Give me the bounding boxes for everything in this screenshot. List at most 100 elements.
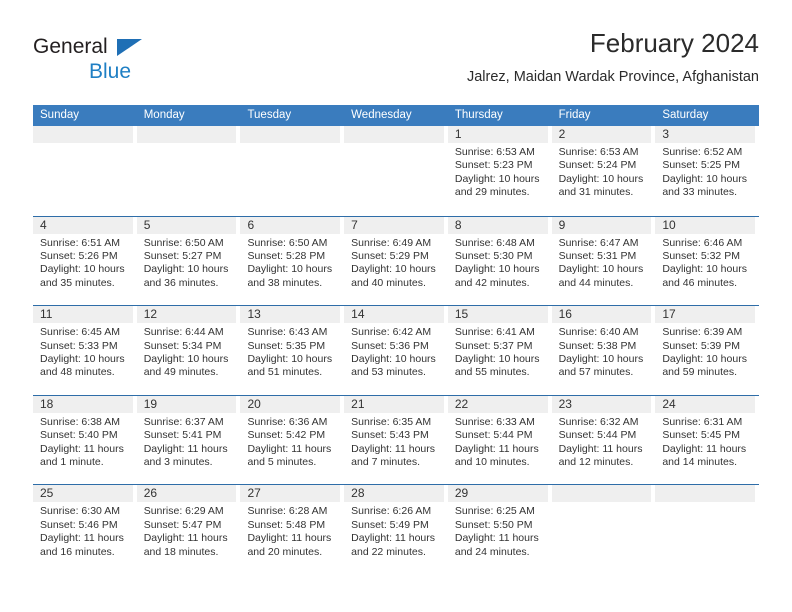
day-number: 22 bbox=[454, 396, 469, 411]
calendar-day-28[interactable]: 28 Sunrise: 6:26 AM Sunset: 5:49 PM Dayligh… bbox=[344, 485, 448, 574]
daylight-text: Daylight: 10 hours and 51 minutes. bbox=[247, 353, 333, 379]
sunset-text: Sunset: 5:27 PM bbox=[143, 250, 222, 262]
calendar-day-14[interactable]: 14 Sunrise: 6:42 AM Sunset: 5:36 PM Dayligh… bbox=[344, 306, 448, 395]
sunset-text: Sunset: 5:43 PM bbox=[351, 429, 429, 442]
calendar-day-2[interactable]: 2 Sunrise: 6:53 AM Sunset: 5:24 PM Daylight… bbox=[551, 126, 656, 216]
weekday-header-thursday: Thursday bbox=[454, 109, 503, 121]
calendar-day-19[interactable]: 19 Sunrise: 6:37 AM Sunset: 5:41 PM Dayligh… bbox=[136, 395, 241, 485]
calendar-day-7[interactable]: 7 Sunrise: 6:49 AM Sunset: 5:29 PM Daylight… bbox=[344, 216, 448, 306]
sunset-text: Sunset: 5:25 PM bbox=[662, 159, 740, 172]
calendar-day-9[interactable]: 9 Sunrise: 6:47 AM Sunset: 5:31 PM Daylight… bbox=[551, 216, 656, 306]
calendar-day-27[interactable]: 27 Sunrise: 6:28 AM Sunset: 5:48 PM Dayligh… bbox=[240, 485, 344, 574]
calendar-day-23[interactable]: 23 Sunrise: 6:32 AM Sunset: 5:44 PM Dayligh… bbox=[551, 395, 656, 485]
calendar-day-26[interactable]: 26 Sunrise: 6:29 AM Sunset: 5:47 PM Dayligh… bbox=[136, 485, 241, 574]
calendar-grid: Sunday Monday Tuesday Wednesday Thursday Frid… bbox=[33, 105, 759, 574]
day-sun-info: Sunrise: 6:32 AM Sunset: 5:44 PM Daylight:… bbox=[552, 413, 654, 470]
day-number-band: 23 bbox=[551, 395, 652, 413]
sunrise-text: Sunrise: 6:41 AM bbox=[454, 326, 535, 339]
daylight-text: Daylight: 10 hours and 31 minutes. bbox=[558, 172, 644, 199]
page-subtitle: Jalrez, Maidan Wardak Province, Afghanis… bbox=[466, 69, 759, 85]
calendar-day-25[interactable]: 25 Sunrise: 6:30 AM Sunset: 5:46 PM Dayligh… bbox=[33, 485, 137, 574]
calendar-day-8[interactable]: 8 Sunrise: 6:48 AM Sunset: 5:30 PM Daylight… bbox=[447, 216, 552, 306]
calendar-day-3[interactable]: 3 Sunrise: 6:52 AM Sunset: 5:25 PM Daylight… bbox=[655, 126, 759, 216]
daylight-text: Daylight: 10 hours and 57 minutes. bbox=[558, 353, 644, 379]
day-number-band: 28 bbox=[344, 485, 444, 503]
day-number-band bbox=[240, 126, 341, 143]
general-blue-logo[interactable]: General Blue bbox=[33, 36, 233, 88]
daylight-text: Daylight: 10 hours and 44 minutes. bbox=[558, 263, 644, 289]
calendar-day-24[interactable]: 24 Sunrise: 6:31 AM Sunset: 5:45 PM Dayligh… bbox=[655, 395, 759, 485]
calendar-day-16[interactable]: 16 Sunrise: 6:40 AM Sunset: 5:38 PM Dayligh… bbox=[551, 306, 656, 395]
day-sun-info: Sunrise: 6:53 AM Sunset: 5:23 PM Daylight:… bbox=[448, 143, 550, 200]
sunset-text: Sunset: 5:36 PM bbox=[351, 339, 429, 352]
calendar-day-12[interactable]: 12 Sunrise: 6:44 AM Sunset: 5:34 PM Dayligh… bbox=[136, 306, 241, 395]
day-sun-info: Sunrise: 6:31 AM Sunset: 5:45 PM Daylight:… bbox=[655, 413, 757, 470]
daylight-text: Daylight: 11 hours and 12 minutes. bbox=[558, 442, 643, 468]
day-sun-info: Sunrise: 6:50 AM Sunset: 5:28 PM Daylight:… bbox=[240, 234, 342, 291]
logo-text-blue: Blue bbox=[89, 60, 132, 83]
calendar-day-1[interactable]: 1 Sunrise: 6:53 AM Sunset: 5:23 PM Daylight… bbox=[447, 126, 552, 216]
calendar-week-row: 18 Sunrise: 6:38 AM Sunset: 5:40 PM Dayligh… bbox=[33, 394, 759, 485]
sunset-text: Sunset: 5:34 PM bbox=[143, 339, 222, 352]
day-number: 4 bbox=[40, 217, 47, 232]
sunrise-text: Sunrise: 6:50 AM bbox=[143, 236, 224, 249]
sunrise-text: Sunrise: 6:28 AM bbox=[247, 505, 328, 518]
day-number: 9 bbox=[558, 217, 566, 232]
sunset-text: Sunset: 5:44 PM bbox=[558, 429, 637, 442]
calendar-day-15[interactable]: 15 Sunrise: 6:41 AM Sunset: 5:37 PM Dayligh… bbox=[447, 306, 552, 395]
calendar-day-13[interactable]: 13 Sunrise: 6:43 AM Sunset: 5:35 PM Dayligh… bbox=[240, 306, 344, 395]
calendar-day-29[interactable]: 29 Sunrise: 6:25 AM Sunset: 5:50 PM Dayligh… bbox=[447, 485, 552, 574]
sunrise-text: Sunrise: 6:53 AM bbox=[454, 146, 535, 158]
sunset-text: Sunset: 5:35 PM bbox=[247, 339, 326, 352]
calendar-day-21[interactable]: 21 Sunrise: 6:35 AM Sunset: 5:43 PM Dayligh… bbox=[344, 395, 448, 485]
day-sun-info: Sunrise: 6:48 AM Sunset: 5:30 PM Daylight:… bbox=[448, 234, 550, 291]
calendar-day-20[interactable]: 20 Sunrise: 6:36 AM Sunset: 5:42 PM Dayligh… bbox=[240, 395, 344, 485]
day-number-band: 7 bbox=[344, 216, 444, 234]
day-number: 7 bbox=[351, 217, 358, 232]
calendar-day-11[interactable]: 11 Sunrise: 6:45 AM Sunset: 5:33 PM Dayligh… bbox=[33, 306, 137, 395]
calendar-week-row: 4 Sunrise: 6:51 AM Sunset: 5:26 PM Daylight… bbox=[33, 215, 759, 306]
logo-triangle-icon bbox=[117, 39, 142, 56]
day-number-band: 22 bbox=[447, 395, 548, 413]
daylight-text: Daylight: 10 hours and 48 minutes. bbox=[40, 353, 125, 379]
day-sun-info: Sunrise: 6:45 AM Sunset: 5:33 PM Daylight:… bbox=[33, 323, 135, 380]
sunrise-text: Sunrise: 6:29 AM bbox=[143, 505, 224, 518]
calendar-day-10[interactable]: 10 Sunrise: 6:46 AM Sunset: 5:32 PM Dayligh… bbox=[655, 216, 759, 306]
day-number: 27 bbox=[247, 486, 261, 501]
sunset-text: Sunset: 5:26 PM bbox=[40, 250, 118, 262]
day-number-band: 12 bbox=[136, 306, 237, 324]
weekday-header-saturday: Saturday bbox=[662, 109, 709, 121]
calendar-week-row: 25 Sunrise: 6:30 AM Sunset: 5:46 PM Dayligh… bbox=[33, 484, 759, 574]
day-number-band: 27 bbox=[240, 485, 341, 503]
day-number: 24 bbox=[662, 396, 676, 411]
day-sun-info: Sunrise: 6:28 AM Sunset: 5:48 PM Daylight:… bbox=[240, 502, 342, 559]
sunrise-text: Sunrise: 6:48 AM bbox=[454, 236, 535, 249]
sunset-text: Sunset: 5:46 PM bbox=[40, 518, 118, 531]
day-number: 12 bbox=[143, 307, 158, 322]
daylight-text: Daylight: 11 hours and 3 minutes. bbox=[143, 442, 228, 468]
calendar-day-18[interactable]: 18 Sunrise: 6:38 AM Sunset: 5:40 PM Dayligh… bbox=[33, 395, 137, 485]
sunrise-text: Sunrise: 6:44 AM bbox=[143, 326, 224, 339]
day-number: 10 bbox=[662, 217, 676, 232]
calendar-day-17[interactable]: 17 Sunrise: 6:39 AM Sunset: 5:39 PM Dayligh… bbox=[655, 306, 759, 395]
day-sun-info: Sunrise: 6:37 AM Sunset: 5:41 PM Daylight:… bbox=[137, 413, 239, 470]
sunset-text: Sunset: 5:37 PM bbox=[454, 339, 533, 352]
sunset-text: Sunset: 5:44 PM bbox=[454, 429, 533, 442]
calendar-day-5[interactable]: 5 Sunrise: 6:50 AM Sunset: 5:27 PM Daylight… bbox=[136, 216, 241, 306]
day-sun-info: Sunrise: 6:42 AM Sunset: 5:36 PM Daylight:… bbox=[344, 323, 446, 380]
day-number-band: 9 bbox=[551, 216, 652, 234]
sunrise-text: Sunrise: 6:33 AM bbox=[454, 415, 535, 428]
day-number: 11 bbox=[40, 307, 53, 322]
day-number: 17 bbox=[662, 307, 676, 322]
sunrise-text: Sunrise: 6:38 AM bbox=[40, 415, 120, 428]
calendar-day-4[interactable]: 4 Sunrise: 6:51 AM Sunset: 5:26 PM Daylight… bbox=[33, 216, 137, 306]
day-sun-info: Sunrise: 6:52 AM Sunset: 5:25 PM Daylight:… bbox=[655, 143, 757, 200]
calendar-day-22[interactable]: 22 Sunrise: 6:33 AM Sunset: 5:44 PM Dayligh… bbox=[447, 395, 552, 485]
calendar-page: General Blue February 2024 Jalrez, Maida… bbox=[0, 0, 792, 612]
day-number: 14 bbox=[351, 307, 365, 322]
sunrise-text: Sunrise: 6:25 AM bbox=[454, 505, 535, 518]
sunrise-text: Sunrise: 6:40 AM bbox=[558, 326, 639, 339]
daylight-text: Daylight: 11 hours and 10 minutes. bbox=[454, 442, 539, 468]
day-number-band: 25 bbox=[33, 485, 133, 503]
calendar-day-6[interactable]: 6 Sunrise: 6:50 AM Sunset: 5:28 PM Daylight… bbox=[240, 216, 344, 306]
